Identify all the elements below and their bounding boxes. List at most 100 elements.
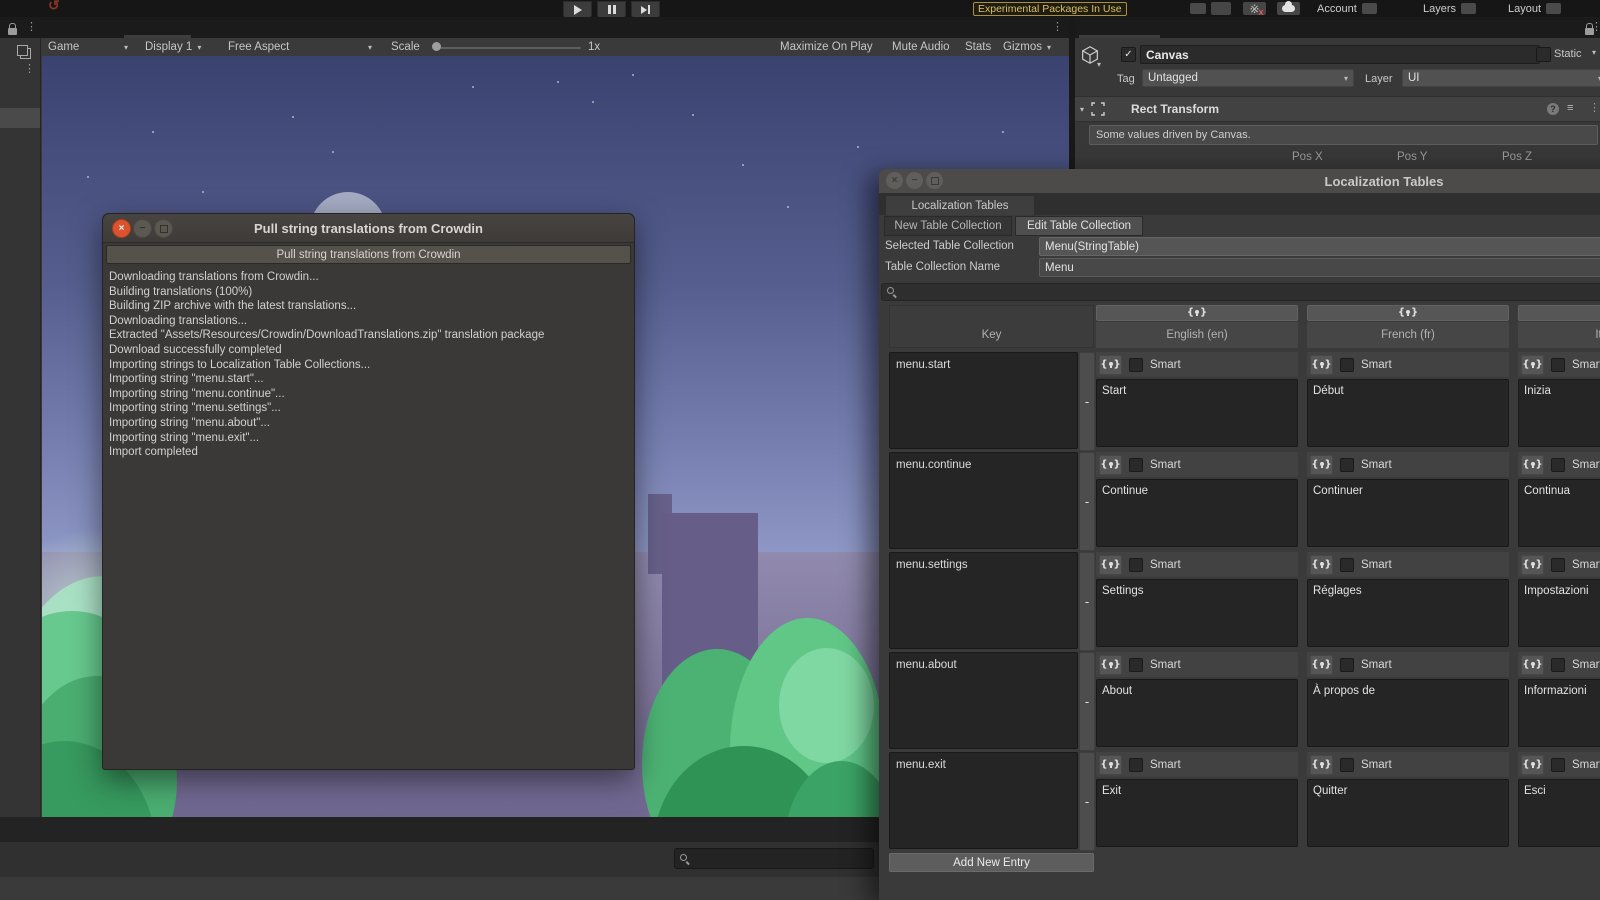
translation-textarea[interactable]: Continua	[1518, 479, 1600, 547]
scale-slider[interactable]	[432, 46, 581, 49]
aspect-dropdown[interactable]: Free Aspect ▾	[228, 38, 372, 56]
translation-textarea[interactable]: Settings	[1096, 579, 1298, 647]
table-search-input[interactable]	[881, 283, 1600, 301]
play-button[interactable]	[563, 1, 592, 18]
smart-checkbox[interactable]	[1340, 457, 1354, 472]
language-header-label[interactable]: Italian (it)	[1518, 322, 1600, 348]
restore-window-icon[interactable]	[17, 45, 31, 59]
close-icon[interactable]: ×	[886, 172, 903, 189]
smart-checkbox[interactable]	[1129, 557, 1143, 572]
cell-metadata-button[interactable]: {}	[1310, 354, 1333, 375]
maximize-icon[interactable]	[154, 219, 173, 238]
display-dropdown[interactable]: Display 1 ▾	[145, 38, 201, 56]
key-cell[interactable]: menu.continue	[889, 452, 1078, 549]
table-collection-name-field[interactable]: Menu	[1039, 258, 1600, 277]
key-cell[interactable]: menu.start	[889, 352, 1078, 449]
stats-toggle[interactable]: Stats	[965, 38, 991, 56]
smart-checkbox[interactable]	[1129, 757, 1143, 772]
collab-button[interactable]: ※ x	[1243, 2, 1266, 16]
cell-metadata-button[interactable]: {}	[1521, 354, 1544, 375]
key-cell[interactable]: menu.settings	[889, 552, 1078, 649]
translation-textarea[interactable]: Esci	[1518, 779, 1600, 847]
presets-icon[interactable]: ≡	[1567, 102, 1573, 114]
translation-textarea[interactable]: Quitter	[1307, 779, 1509, 847]
remove-entry-button[interactable]: -	[1079, 552, 1095, 651]
smart-checkbox[interactable]	[1340, 357, 1354, 372]
cell-metadata-button[interactable]: {}	[1521, 754, 1544, 775]
kebab-menu-icon[interactable]: ⋮	[24, 64, 35, 75]
cell-metadata-button[interactable]: {}	[1099, 554, 1122, 575]
scale-slider-handle[interactable]	[432, 42, 441, 51]
column-metadata-button[interactable]: {}	[1518, 305, 1600, 321]
cell-metadata-button[interactable]: {}	[1099, 654, 1122, 675]
translation-textarea[interactable]: Start	[1096, 379, 1298, 447]
smart-checkbox[interactable]	[1129, 457, 1143, 472]
pull-translations-button[interactable]: Pull string translations from Crowdin	[106, 245, 631, 264]
badge-dropdown[interactable]	[1190, 3, 1206, 14]
search-input[interactable]	[674, 848, 874, 869]
kebab-menu-icon[interactable]: ⋮	[1591, 22, 1600, 33]
column-metadata-button[interactable]: {}	[1307, 305, 1509, 321]
layer-dropdown[interactable]: UI ▾	[1402, 69, 1600, 87]
minimize-icon[interactable]: −	[906, 172, 923, 189]
account-dropdown[interactable]: Account	[1317, 2, 1377, 15]
kebab-menu-icon[interactable]: ⋮	[1589, 103, 1600, 114]
selected-table-collection-field[interactable]: Menu(StringTable)	[1039, 237, 1600, 256]
smart-checkbox[interactable]	[1551, 357, 1565, 372]
maximize-icon[interactable]	[926, 172, 943, 189]
foldout-arrow-icon[interactable]: ▾	[1080, 105, 1084, 114]
translation-textarea[interactable]: Continue	[1096, 479, 1298, 547]
tag-dropdown[interactable]: Untagged ▾	[1142, 69, 1354, 87]
chevron-down-icon[interactable]: ▾	[1592, 48, 1596, 57]
rail-selection[interactable]	[0, 108, 40, 128]
smart-checkbox[interactable]	[1551, 657, 1565, 672]
language-header-label[interactable]: French (fr)	[1307, 322, 1509, 348]
key-cell[interactable]: menu.about	[889, 652, 1078, 749]
view-mode-dropdown[interactable]: Game ▾	[48, 38, 128, 56]
translation-textarea[interactable]: Impostazioni	[1518, 579, 1600, 647]
localization-window-titlebar[interactable]: × − Localization Tables	[879, 169, 1600, 194]
remove-entry-button[interactable]: -	[1079, 652, 1095, 751]
cell-metadata-button[interactable]: {}	[1521, 554, 1544, 575]
crowdin-dialog-titlebar[interactable]: × − Pull string translations from Crowdi…	[103, 214, 634, 243]
cell-metadata-button[interactable]: {}	[1310, 654, 1333, 675]
translation-textarea[interactable]: About	[1096, 679, 1298, 747]
kebab-menu-icon[interactable]: ⋮	[1052, 22, 1063, 33]
cell-metadata-button[interactable]: {}	[1521, 454, 1544, 475]
column-metadata-button[interactable]: {}	[1096, 305, 1298, 321]
lock-icon[interactable]	[8, 23, 17, 35]
component-header[interactable]: ▾ Rect Transform ? ≡ ⋮	[1075, 96, 1600, 122]
tab-localization-tables[interactable]: Localization Tables	[886, 196, 1034, 215]
smart-checkbox[interactable]	[1340, 657, 1354, 672]
layers-dropdown[interactable]: Layers	[1423, 2, 1477, 15]
mute-audio-toggle[interactable]: Mute Audio	[892, 38, 950, 56]
translation-textarea[interactable]: Inizia	[1518, 379, 1600, 447]
chevron-down-icon[interactable]: ▾	[1097, 60, 1101, 69]
object-name-field[interactable]: Canvas	[1140, 45, 1540, 64]
gizmos-dropdown[interactable]: Gizmos ▾	[1003, 38, 1051, 56]
smart-checkbox[interactable]	[1551, 557, 1565, 572]
smart-checkbox[interactable]	[1340, 757, 1354, 772]
cell-metadata-button[interactable]: {}	[1099, 454, 1122, 475]
new-table-collection-tab[interactable]: New Table Collection	[884, 216, 1012, 236]
remove-entry-button[interactable]: -	[1079, 352, 1095, 451]
kebab-menu-icon[interactable]: ⋮	[26, 22, 37, 33]
translation-textarea[interactable]: Informazioni	[1518, 679, 1600, 747]
cell-metadata-button[interactable]: {}	[1099, 354, 1122, 375]
pause-button[interactable]	[597, 1, 626, 18]
toolbar-button[interactable]	[1211, 2, 1231, 15]
rotate-tool-icon[interactable]: ↺	[48, 0, 60, 14]
smart-checkbox[interactable]	[1551, 757, 1565, 772]
translation-textarea[interactable]: Exit	[1096, 779, 1298, 847]
static-checkbox[interactable]	[1536, 47, 1551, 62]
cell-metadata-button[interactable]: {}	[1310, 554, 1333, 575]
help-icon[interactable]: ?	[1547, 103, 1559, 115]
step-button[interactable]	[631, 1, 660, 18]
smart-checkbox[interactable]	[1129, 357, 1143, 372]
experimental-packages-badge[interactable]: Experimental Packages In Use	[973, 2, 1127, 16]
language-header-label[interactable]: English (en)	[1096, 322, 1298, 348]
cell-metadata-button[interactable]: {}	[1310, 754, 1333, 775]
cloud-button[interactable]	[1277, 1, 1300, 15]
layout-dropdown[interactable]: Layout	[1508, 2, 1562, 15]
translation-textarea[interactable]: À propos de	[1307, 679, 1509, 747]
